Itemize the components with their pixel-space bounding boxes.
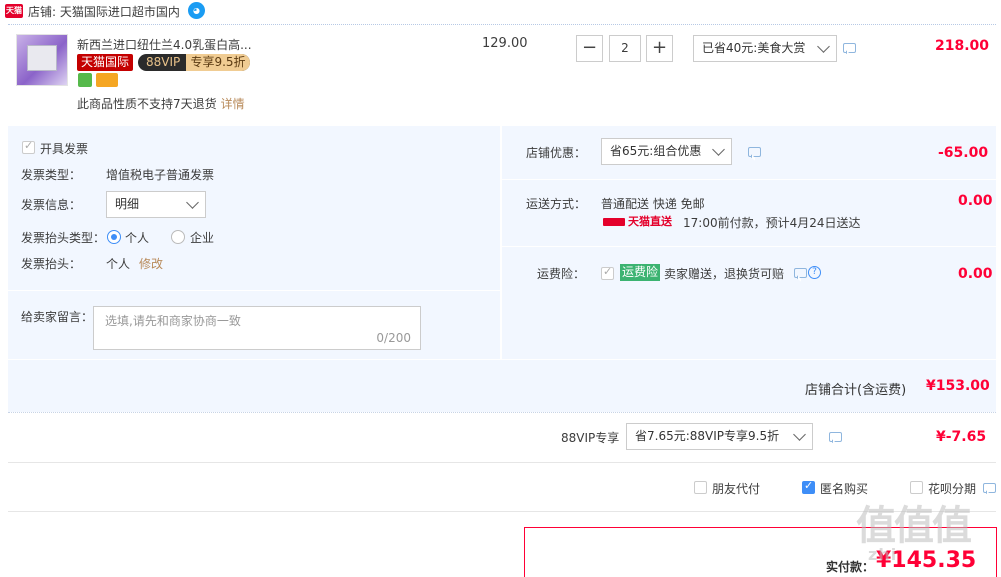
chat-wangwang-icon[interactable]: ◕ — [188, 2, 205, 19]
seller-message-input[interactable]: 选填,请先和商家协商一致 0/200 — [93, 306, 421, 350]
divider — [502, 179, 996, 180]
insurance-amount: 0.00 — [958, 266, 993, 282]
item-promo-select[interactable]: 已省40元:美食大赏 — [693, 35, 837, 62]
insurance-desc: 卖家赠送，退换货可赔 — [664, 267, 785, 281]
product-title-link[interactable]: 新西兰进口纽仕兰4.0乳蛋白高... — [77, 36, 252, 53]
invoice-type-label: 发票类型： — [21, 168, 82, 182]
chevron-down-icon — [817, 40, 830, 53]
seller-message-placeholder: 选填,请先和商家协商一致 — [105, 314, 241, 328]
store-bar: 天猫 店铺: 天猫国际进口超市国内 ◕ — [0, 0, 1001, 24]
shop-discount-label: 店铺优惠： — [526, 146, 587, 160]
shop-discount-select[interactable]: 省65元:组合优惠 — [601, 138, 732, 165]
service-guarantee-icon — [78, 73, 92, 87]
vip-badge-label: 88VIP — [146, 55, 181, 69]
divider — [502, 246, 996, 247]
divider — [8, 511, 996, 512]
product-thumbnail[interactable] — [16, 34, 68, 86]
shipping-label: 运送方式： — [526, 197, 587, 211]
store-total-label: 店铺合计(含运费) — [805, 383, 907, 398]
friend-pay-label: 朋友代付 — [712, 482, 761, 496]
discount-comment-icon[interactable] — [748, 147, 761, 157]
invoice-head-value: 个人 — [106, 257, 131, 271]
return-notice: 此商品性质不支持7天退货 详情 — [77, 95, 245, 112]
chevron-down-icon — [712, 143, 725, 156]
store-name-link[interactable]: 店铺: 天猫国际进口超市国内 — [28, 3, 180, 20]
watermark-text: 值值值 — [856, 503, 972, 549]
chevron-down-icon — [186, 196, 199, 209]
return-notice-text: 此商品性质不支持7天退货 — [77, 97, 217, 111]
vip-discount-value: 省7.65元:88VIP专享9.5折 — [635, 429, 780, 443]
store-total-amount: ¥153.00 — [926, 378, 990, 394]
vip-discount-select[interactable]: 省7.65元:88VIP专享9.5折 — [626, 423, 813, 450]
divider — [8, 462, 996, 463]
huabei-comment-icon[interactable] — [983, 483, 996, 493]
insurance-badge: 运费险 — [620, 264, 661, 281]
return-details-link[interactable]: 详情 — [221, 97, 245, 111]
shop-discount-amount: -65.00 — [938, 145, 989, 161]
seller-message-label: 给卖家留言： — [21, 310, 94, 324]
promo-comment-icon[interactable] — [843, 43, 856, 53]
help-icon[interactable]: ? — [808, 266, 821, 279]
item-promo-value: 已省40元:美食大赏 — [702, 41, 806, 55]
quantity-stepper: − 2 + — [576, 35, 673, 62]
shop-discount-value: 省65元:组合优惠 — [610, 144, 702, 158]
insurance-label: 运费险： — [537, 267, 586, 281]
invoice-info-value: 明细 — [115, 197, 140, 211]
invoice-head-label: 发票抬头： — [21, 257, 82, 271]
invoice-checkbox[interactable] — [22, 139, 35, 154]
card-payment-icon — [96, 73, 118, 87]
tmall-logo-icon: 天猫 — [5, 4, 23, 18]
tmall-global-badge: 天猫国际 — [77, 54, 134, 71]
item-subtotal: 218.00 — [935, 38, 990, 54]
quantity-input[interactable]: 2 — [609, 35, 641, 62]
vip-amount: ¥-7.65 — [936, 429, 987, 445]
insurance-comment-icon[interactable] — [794, 268, 807, 278]
radio-personal-label: 个人 — [125, 231, 150, 245]
vip-label: 88VIP专享 — [561, 431, 620, 445]
site-watermark: 值值值 zhi — [856, 493, 996, 577]
invoice-open-label: 开具发票 — [40, 142, 89, 156]
watermark-sub: zhi — [868, 545, 898, 564]
shipping-eta: 17:00前付款，预计4月24日送达 — [683, 216, 861, 230]
chevron-down-icon — [793, 428, 806, 441]
vip-comment-icon[interactable] — [829, 432, 842, 442]
quantity-plus-button[interactable]: + — [646, 35, 673, 62]
quantity-minus-button[interactable]: − — [576, 35, 603, 62]
invoice-head-type-label: 发票抬头类型： — [21, 231, 106, 245]
anonymous-checkbox[interactable] — [802, 479, 815, 494]
char-counter: 0/200 — [376, 331, 411, 345]
invoice-info-select[interactable]: 明细 — [106, 191, 206, 218]
divider — [8, 412, 996, 413]
friend-pay-checkbox[interactable] — [694, 481, 707, 494]
unit-price: 129.00 — [482, 36, 528, 51]
shipping-method: 普通配送 快递 免邮 — [601, 197, 705, 211]
radio-company[interactable] — [171, 230, 185, 244]
tmall-direct-tag: 天猫直送 — [603, 215, 673, 229]
shipping-amount: 0.00 — [958, 193, 993, 209]
invoice-edit-link[interactable]: 修改 — [139, 255, 163, 272]
vip-badge: 88VIP 专享9.5折 — [138, 54, 250, 71]
insurance-checkbox[interactable] — [601, 265, 614, 280]
radio-personal[interactable] — [107, 230, 121, 244]
invoice-info-label: 发票信息： — [21, 198, 82, 212]
radio-company-label: 企业 — [190, 231, 215, 245]
invoice-type-value: 增值税电子普通发票 — [106, 168, 215, 182]
vip-discount-label: 专享9.5折 — [186, 54, 250, 71]
